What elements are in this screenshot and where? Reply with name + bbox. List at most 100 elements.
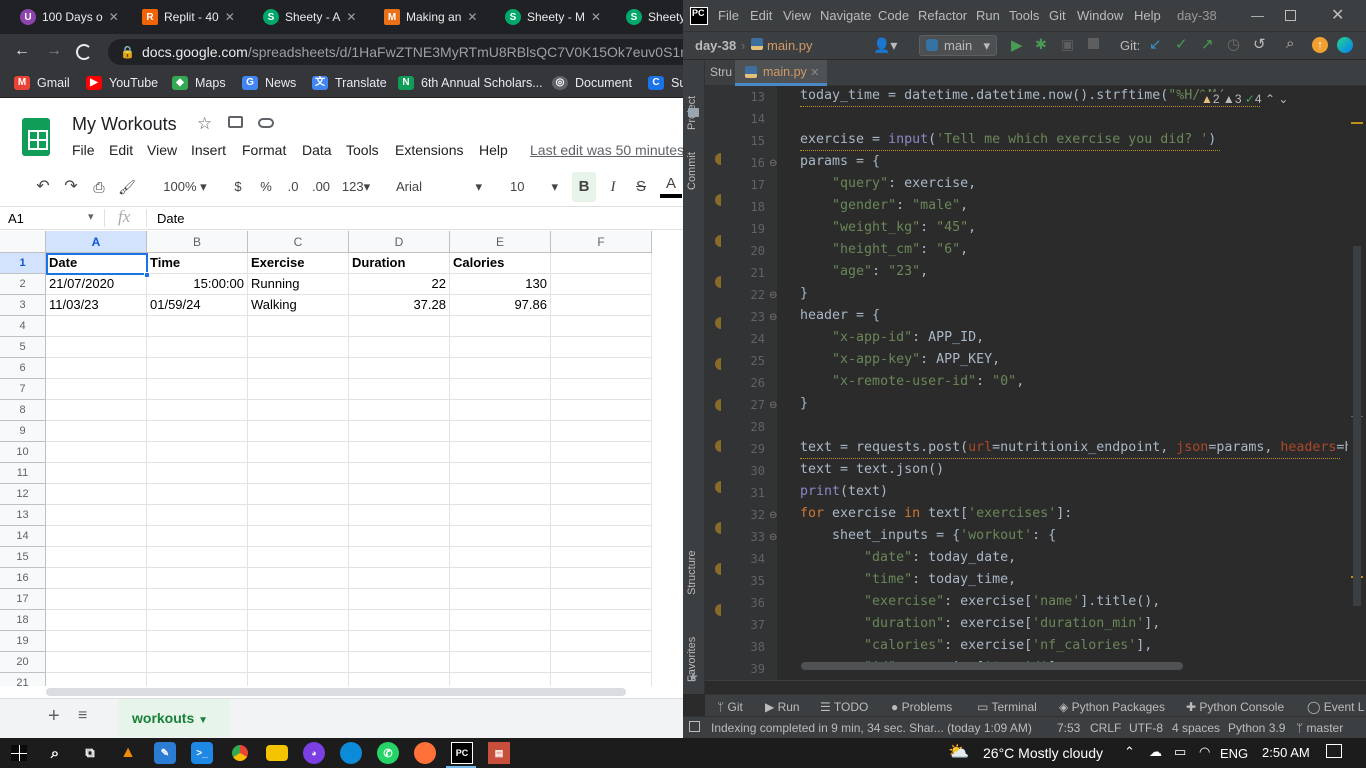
file-encoding[interactable]: UTF-8 bbox=[1129, 721, 1163, 735]
row-header[interactable]: 9 bbox=[0, 421, 46, 442]
table-cell[interactable] bbox=[46, 316, 147, 337]
browser-tab-replit[interactable]: R Replit - 40 ✕ bbox=[142, 4, 250, 30]
fill-handle[interactable] bbox=[144, 272, 150, 278]
table-cell[interactable]: 37.28 bbox=[349, 295, 450, 316]
code-line[interactable]: "duration": exercise['duration_min'], bbox=[800, 616, 1160, 631]
horizontal-scrollbar[interactable] bbox=[46, 688, 626, 696]
winrar-icon[interactable]: ▤ bbox=[488, 742, 510, 764]
python-packages-tool-tab[interactable]: ◈ Python Packages bbox=[1059, 700, 1165, 714]
row-header[interactable]: 4 bbox=[0, 316, 46, 337]
show-hidden-icons[interactable]: ⌃ bbox=[1124, 744, 1135, 760]
row-header[interactable]: 18 bbox=[0, 610, 46, 631]
windows-start-icon[interactable] bbox=[11, 745, 27, 761]
sheet-tab-dropdown-icon[interactable]: ▼ bbox=[198, 715, 208, 726]
table-cell[interactable] bbox=[248, 358, 349, 379]
decrease-decimal-button[interactable]: .0 bbox=[284, 172, 302, 202]
weather-text[interactable]: 26°C Mostly cloudy bbox=[983, 745, 1103, 761]
project-breadcrumb[interactable]: day-38 bbox=[695, 38, 736, 53]
header-cell[interactable]: Calories bbox=[450, 253, 551, 274]
close-icon[interactable]: ✕ bbox=[467, 10, 477, 24]
table-cell[interactable] bbox=[147, 652, 248, 673]
column-header-f[interactable]: F bbox=[551, 231, 652, 253]
git-branch[interactable]: ᛘ master bbox=[1296, 721, 1343, 735]
currency-button[interactable]: $ bbox=[230, 172, 246, 202]
file-breadcrumb[interactable]: main.py bbox=[767, 38, 813, 53]
close-window-icon[interactable]: ✕ bbox=[1331, 5, 1344, 25]
git-tool-tab[interactable]: ᛘ Git bbox=[717, 700, 743, 714]
bookmark-su[interactable]: C Su bbox=[648, 76, 683, 90]
table-cell[interactable] bbox=[349, 358, 450, 379]
table-cell[interactable]: 22 bbox=[349, 274, 450, 295]
code-line[interactable]: "gender": "male", bbox=[800, 198, 968, 213]
code-line[interactable]: today_time = datetime.datetime.now().str… bbox=[800, 88, 1224, 103]
table-cell[interactable] bbox=[450, 505, 551, 526]
table-cell[interactable]: Running bbox=[248, 274, 349, 295]
table-cell[interactable] bbox=[46, 337, 147, 358]
task-view-icon[interactable]: ⧉ bbox=[79, 742, 101, 764]
row-header[interactable]: 6 bbox=[0, 358, 46, 379]
table-cell[interactable] bbox=[46, 379, 147, 400]
code-line[interactable]: "time": today_time, bbox=[800, 572, 1016, 587]
paint-format-icon[interactable]: 🖌 bbox=[116, 172, 138, 202]
table-cell[interactable] bbox=[46, 652, 147, 673]
star-icon[interactable]: ☆ bbox=[197, 114, 212, 134]
table-cell[interactable] bbox=[349, 673, 450, 686]
column-header-b[interactable]: B bbox=[147, 231, 248, 253]
table-cell[interactable] bbox=[450, 358, 551, 379]
close-icon[interactable]: ✕ bbox=[346, 10, 356, 24]
all-sheets-icon[interactable]: ≡ bbox=[78, 707, 87, 725]
inspection-widget[interactable]: ▲2 ▲3 ✓4 ⌃ ⌄ bbox=[1201, 92, 1289, 106]
menu-edit[interactable]: Edit bbox=[109, 142, 133, 158]
spreadsheet-grid[interactable]: A B C D E F 1 Date Time Exercise Duration Calories 2… bbox=[0, 231, 683, 686]
menu-insert[interactable]: Insert bbox=[191, 142, 226, 158]
table-cell[interactable] bbox=[551, 274, 652, 295]
more-formats-select[interactable]: 123▾ bbox=[338, 172, 374, 202]
menu-git[interactable]: Git bbox=[1049, 8, 1066, 23]
table-cell[interactable] bbox=[450, 316, 551, 337]
caret-position[interactable]: 7:53 bbox=[1057, 721, 1080, 735]
structure-tab-stub[interactable]: Stru bbox=[710, 65, 732, 79]
row-header[interactable]: 17 bbox=[0, 589, 46, 610]
table-cell[interactable] bbox=[551, 589, 652, 610]
table-cell[interactable] bbox=[551, 400, 652, 421]
next-highlight-icon[interactable]: ⌄ bbox=[1278, 92, 1288, 106]
file-explorer-icon[interactable] bbox=[266, 745, 288, 761]
line-separator[interactable]: CRLF bbox=[1090, 721, 1121, 735]
prev-highlight-icon[interactable]: ⌃ bbox=[1265, 92, 1275, 106]
table-cell[interactable] bbox=[349, 631, 450, 652]
menu-format[interactable]: Format bbox=[242, 142, 286, 158]
run-tool-tab[interactable]: ▶ Run bbox=[765, 700, 800, 714]
table-cell[interactable] bbox=[46, 442, 147, 463]
document-title[interactable]: My Workouts bbox=[72, 114, 177, 135]
table-cell[interactable] bbox=[349, 421, 450, 442]
code-line[interactable]: "height_cm": "6", bbox=[800, 242, 968, 257]
git-push-icon[interactable]: ↗ bbox=[1201, 35, 1214, 53]
table-cell[interactable] bbox=[147, 484, 248, 505]
table-cell[interactable] bbox=[450, 673, 551, 686]
row-header[interactable]: 5 bbox=[0, 337, 46, 358]
table-cell[interactable] bbox=[147, 568, 248, 589]
table-cell[interactable] bbox=[551, 526, 652, 547]
toggle-tool-windows-icon[interactable] bbox=[689, 721, 700, 732]
firefox-icon[interactable] bbox=[414, 742, 436, 764]
table-cell[interactable] bbox=[551, 337, 652, 358]
table-cell[interactable] bbox=[349, 589, 450, 610]
table-cell[interactable] bbox=[147, 505, 248, 526]
table-cell[interactable] bbox=[551, 484, 652, 505]
table-cell[interactable] bbox=[147, 442, 248, 463]
bookmark-youtube[interactable]: ▶ YouTube bbox=[86, 76, 158, 90]
last-edit-link[interactable]: Last edit was 50 minutes ago bbox=[530, 142, 683, 158]
run-icon[interactable]: ▶ bbox=[1011, 36, 1023, 54]
row-header[interactable]: 11 bbox=[0, 463, 46, 484]
menu-file[interactable]: File bbox=[718, 8, 739, 23]
table-cell[interactable] bbox=[450, 442, 551, 463]
table-cell[interactable] bbox=[46, 589, 147, 610]
table-cell[interactable] bbox=[147, 463, 248, 484]
table-cell[interactable] bbox=[248, 610, 349, 631]
row-header[interactable]: 2 bbox=[0, 274, 46, 295]
column-header-e[interactable]: E bbox=[450, 231, 551, 253]
table-cell[interactable] bbox=[46, 400, 147, 421]
clock[interactable]: 2:50 AM bbox=[1262, 745, 1310, 760]
add-sheet-icon[interactable]: + bbox=[48, 705, 60, 728]
code-line[interactable]: "weight_kg": "45", bbox=[800, 220, 976, 235]
